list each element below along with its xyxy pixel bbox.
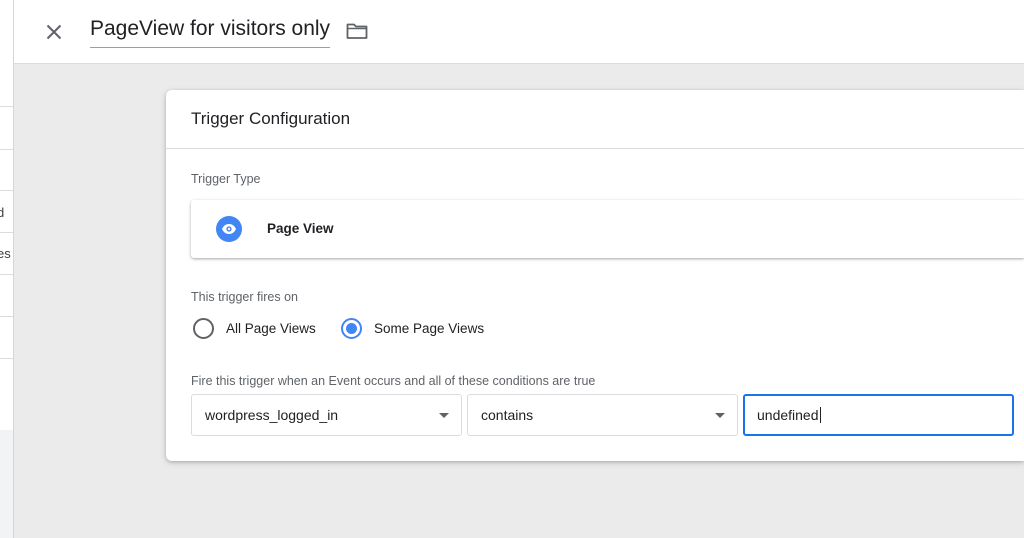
- variable-select[interactable]: wordpress_logged_in: [191, 394, 462, 436]
- trigger-configuration-card: Trigger Configuration Trigger Type Page …: [166, 90, 1024, 461]
- radio-button-checked[interactable]: [341, 318, 362, 339]
- operator-select[interactable]: contains: [467, 394, 738, 436]
- radio-selected-dot: [346, 323, 357, 334]
- folder-icon: [346, 23, 368, 39]
- background-list-panel: d es: [0, 0, 14, 538]
- radio-some-page-views[interactable]: Some Page Views: [341, 318, 484, 339]
- list-item-fragment: es: [0, 246, 11, 261]
- radio-label: Some Page Views: [374, 321, 485, 336]
- list-divider: [0, 106, 13, 107]
- dropdown-arrow-icon: [715, 413, 725, 418]
- close-button[interactable]: [38, 16, 70, 48]
- trigger-type-name: Page View: [267, 221, 334, 236]
- card-divider: [166, 148, 1024, 149]
- condition-value-text: undefined: [757, 407, 821, 423]
- list-divider: [0, 232, 13, 233]
- close-icon: [46, 24, 62, 40]
- condition-value: undefined: [757, 407, 819, 423]
- radio-button-unchecked[interactable]: [193, 318, 214, 339]
- list-item-fragment: d: [0, 205, 4, 220]
- text-cursor: [819, 407, 821, 423]
- variable-select-value: wordpress_logged_in: [205, 407, 339, 423]
- fires-on-label: This trigger fires on: [191, 290, 298, 304]
- radio-all-page-views[interactable]: All Page Views: [193, 318, 316, 339]
- eye-icon: [222, 224, 236, 234]
- list-divider: [0, 149, 13, 150]
- radio-label: All Page Views: [226, 321, 316, 336]
- list-divider: [0, 358, 13, 359]
- card-title: Trigger Configuration: [191, 109, 351, 128]
- list-divider: [0, 316, 13, 317]
- trigger-type-selector[interactable]: Page View: [191, 200, 1024, 258]
- editor-header: PageView for visitors only: [14, 0, 1024, 64]
- dropdown-arrow-icon: [439, 413, 449, 418]
- condition-value-input[interactable]: undefined: [743, 394, 1014, 436]
- list-divider: [0, 274, 13, 275]
- page-view-badge: [216, 216, 242, 242]
- folder-button[interactable]: [344, 18, 370, 44]
- operator-select-value: contains: [481, 407, 534, 423]
- condition-label: Fire this trigger when an Event occurs a…: [191, 374, 596, 388]
- trigger-name-input[interactable]: PageView for visitors only: [90, 17, 331, 48]
- list-divider: [0, 190, 13, 191]
- trigger-type-label: Trigger Type: [191, 172, 261, 186]
- list-footer: [0, 430, 13, 538]
